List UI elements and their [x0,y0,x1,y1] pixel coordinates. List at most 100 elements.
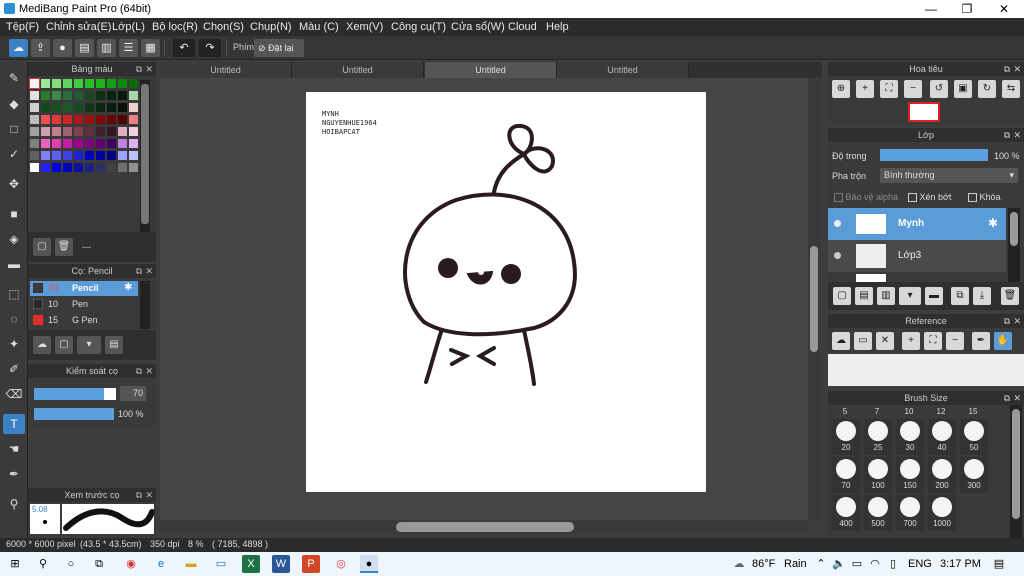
eraser-tool-icon[interactable]: ◆ [3,94,25,114]
color-swatch[interactable] [52,127,61,136]
merge-layer-icon[interactable]: ⤓ [973,287,991,305]
color-swatch[interactable] [41,127,50,136]
tab-document-active[interactable]: Untitled [425,62,557,78]
menu-capture[interactable]: Chụp(N) [250,21,292,33]
menu-layer[interactable]: Lớp(L) [112,21,145,33]
color-swatch[interactable] [129,103,138,112]
delete-layer-icon[interactable]: 🗑 [1001,287,1019,305]
grid-icon[interactable]: ▦ [141,39,160,57]
menu-select[interactable]: Chọn(S) [203,21,244,33]
zoom-icon[interactable]: ⊕ [832,80,850,98]
panel-popout-icon[interactable]: ⧉ [136,264,142,278]
color-swatch[interactable] [118,115,127,124]
layer-opacity-slider[interactable] [880,149,988,161]
color-swatch[interactable] [74,127,83,136]
menu-window[interactable]: Cửa sổ(W) [451,21,505,33]
brush-size-cell[interactable]: 150 [896,457,924,493]
color-swatch[interactable] [30,115,39,124]
fill-rect-tool-icon[interactable]: ■ [3,204,25,224]
dropper-tool-icon[interactable]: ⚲ [3,494,25,514]
minimize-button[interactable]: — [912,0,950,18]
brush-size-cell[interactable]: 200 [928,457,956,493]
color-swatch[interactable] [107,163,116,172]
brush-size-cell[interactable]: 700 [896,495,924,531]
panel-close-icon[interactable]: ✕ [145,62,153,76]
color-swatch[interactable] [30,139,39,148]
color-swatch[interactable] [85,127,94,136]
fit-icon[interactable]: ⛶ [880,80,898,98]
zoom-out-icon[interactable]: − [904,80,922,98]
reference-image-area[interactable] [828,354,1024,386]
color-swatch[interactable] [74,163,83,172]
color-swatch[interactable] [29,78,40,89]
excel-icon[interactable]: X [242,555,260,573]
color-swatch[interactable] [85,139,94,148]
panel-close-icon[interactable]: ✕ [1013,128,1021,142]
text-tool-icon[interactable]: T [3,414,25,434]
color-swatch[interactable] [74,79,83,88]
color-swatch[interactable] [63,151,72,160]
brush-size-cell[interactable]: 300 [960,457,988,493]
canvas-vscroll[interactable] [808,78,820,520]
blend-mode-select[interactable]: Bình thường ▾ [880,168,1018,183]
word-icon[interactable]: W [272,555,290,573]
color-swatch[interactable] [107,79,116,88]
lock-checkbox[interactable] [968,193,977,203]
color-swatch-grid[interactable] [29,78,138,197]
tab-document[interactable]: Untitled [557,62,689,78]
protect-alpha-checkbox[interactable] [834,193,843,203]
network-icon[interactable]: ▭ [848,555,866,573]
windows-start-icon[interactable]: ⊞ [6,555,24,573]
open-folder-icon[interactable]: ▭ [854,332,872,350]
color-swatch[interactable] [52,103,61,112]
color-swatch[interactable] [52,139,61,148]
navigator-thumbnail[interactable] [908,102,940,122]
color-swatch[interactable] [107,103,116,112]
color-swatch[interactable] [74,115,83,124]
color-swatch[interactable] [85,163,94,172]
color-swatch[interactable] [41,163,50,172]
color-swatch[interactable] [52,115,61,124]
color-swatch[interactable] [63,79,72,88]
clip-checkbox[interactable] [908,193,917,203]
brush-size-cell[interactable]: 25 [864,419,892,455]
color-swatch[interactable] [107,115,116,124]
new-8bit-layer-icon[interactable]: ▥ [877,287,895,305]
panel-close-icon[interactable]: ✕ [145,488,153,502]
reset-button[interactable]: ⊘ Đặt lại [254,39,304,57]
color-swatch[interactable] [96,103,105,112]
color-swatch[interactable] [63,103,72,112]
color-swatch[interactable] [129,127,138,136]
color-swatch[interactable] [74,103,83,112]
speech-bubble-icon[interactable]: ● [53,39,72,57]
color-swatch[interactable] [118,151,127,160]
color-swatch[interactable] [63,163,72,172]
fit-icon[interactable]: ⛶ [924,332,942,350]
color-swatch[interactable] [107,91,116,100]
brush-size-scrollbar[interactable] [1010,405,1022,538]
volume-icon[interactable]: 🔈 [830,555,848,573]
lock-option[interactable]: Khóa [968,192,1001,203]
clock[interactable]: 3:17 PM [940,558,981,570]
brush-size-cell[interactable]: 50 [960,419,988,455]
color-swatch[interactable] [118,103,127,112]
page-icon[interactable]: ▥ [97,39,116,57]
color-swatch[interactable] [30,151,39,160]
eyedropper-tool-icon[interactable]: ✒ [3,464,25,484]
color-swatch[interactable] [30,163,39,172]
panel-popout-icon[interactable]: ⧉ [1004,62,1010,76]
panel-close-icon[interactable]: ✕ [145,364,153,378]
color-swatch[interactable] [85,151,94,160]
color-swatch[interactable] [41,139,50,148]
new-brush-icon[interactable]: ▢ [55,336,73,354]
color-swatch[interactable] [85,79,94,88]
color-swatch[interactable] [41,103,50,112]
powerpoint-icon[interactable]: P [302,555,320,573]
brush-menu-icon[interactable]: ▾ [77,336,101,354]
brush-size-cell[interactable]: 40 [928,419,956,455]
close-icon[interactable]: ✕ [876,332,894,350]
color-swatch[interactable] [41,91,50,100]
menu-view[interactable]: Xem(V) [346,21,383,33]
color-swatch[interactable] [118,139,127,148]
layer-row[interactable]: Lớp3 [828,240,1006,272]
